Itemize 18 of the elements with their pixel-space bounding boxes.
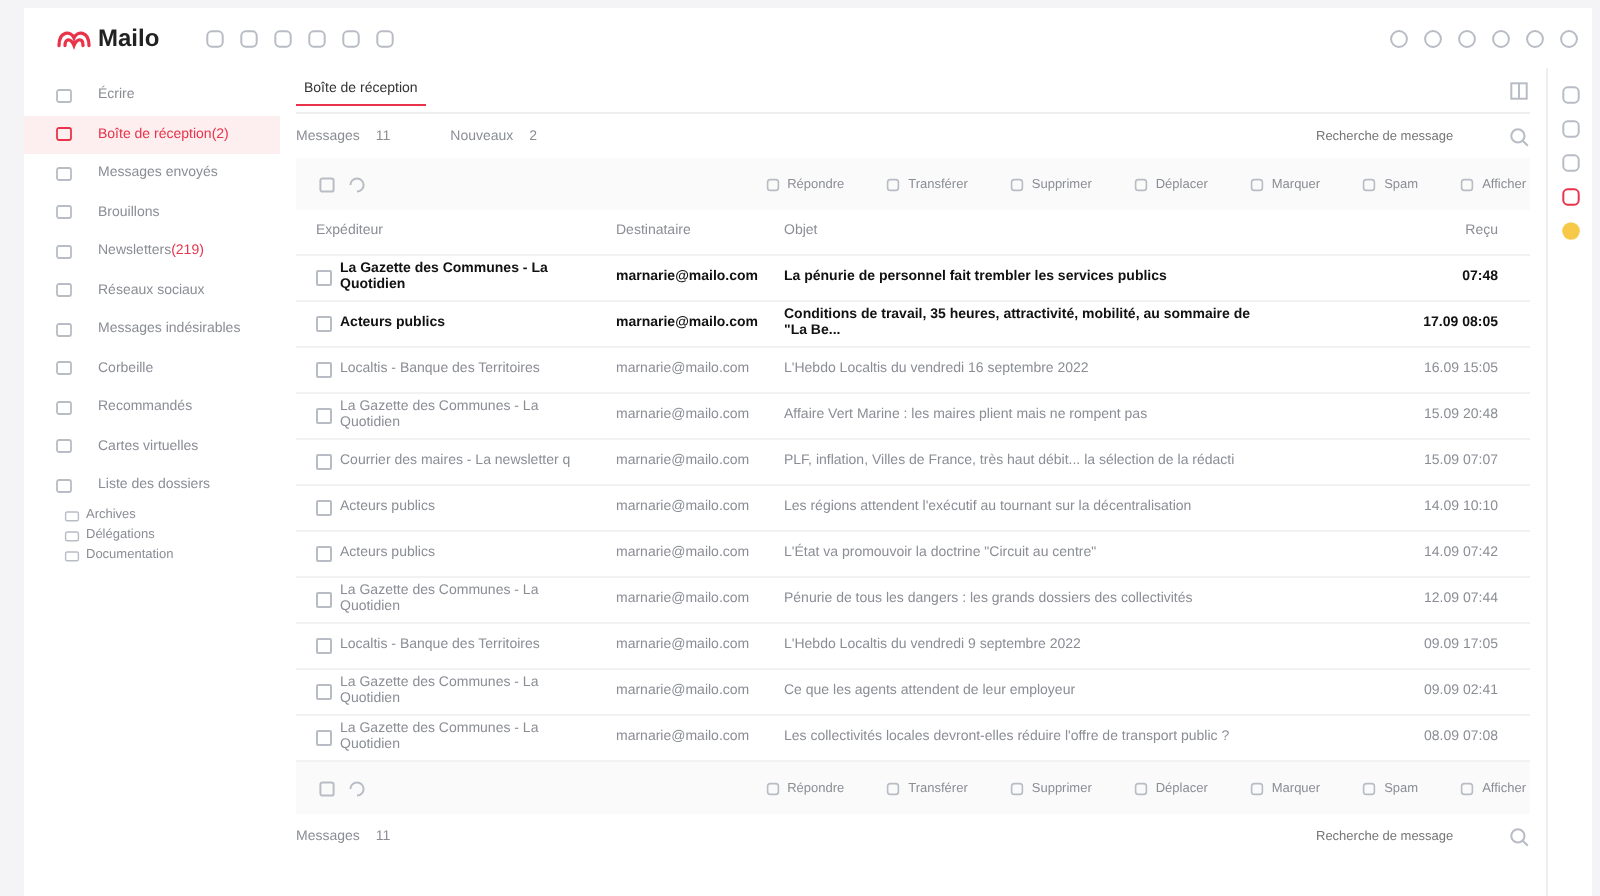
logo-text: Mailo [98, 24, 160, 52]
refresh-icon[interactable] [346, 777, 368, 799]
row-checkbox[interactable] [316, 592, 332, 608]
row-checkbox[interactable] [316, 270, 332, 286]
row-checkbox[interactable] [316, 408, 332, 424]
row-checkbox[interactable] [316, 730, 332, 746]
row-checkbox[interactable] [316, 454, 332, 470]
row-checkbox[interactable] [316, 684, 332, 700]
logo-icon [56, 26, 92, 50]
layout-icon[interactable] [1508, 79, 1530, 101]
row-checkbox[interactable] [316, 638, 332, 654]
checkbox-icon[interactable] [316, 777, 338, 799]
refresh-icon[interactable] [346, 173, 368, 195]
row-checkbox[interactable] [316, 316, 332, 332]
row-checkbox[interactable] [316, 362, 332, 378]
row-checkbox[interactable] [316, 500, 332, 516]
row-checkbox[interactable] [316, 546, 332, 562]
checkbox-icon[interactable] [316, 173, 338, 195]
